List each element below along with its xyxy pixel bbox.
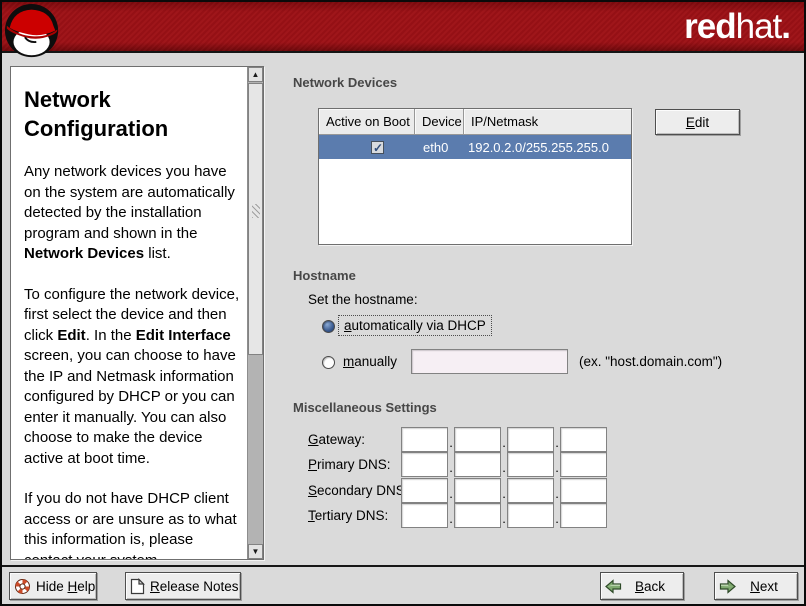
column-header-active-on-boot[interactable]: Active on Boot [319,109,415,135]
scroll-down-button[interactable]: ▼ [248,544,263,559]
help-title: Network Configuration [24,85,243,143]
secondary-dns-octet-1[interactable] [401,478,448,503]
next-button[interactable]: Next [714,572,798,600]
document-icon [130,578,145,595]
set-hostname-prompt: Set the hostname: [308,292,418,307]
tertiary-dns-octet-1[interactable] [401,503,448,528]
scrollbar-thumb[interactable] [248,83,263,355]
active-on-boot-cell [319,141,415,154]
installer-window: redhat. Network Configuration Any networ… [0,0,806,606]
network-devices-section-label: Network Devices [293,75,397,90]
gateway-octet-4[interactable] [560,427,607,452]
manual-radio-label[interactable]: manually [338,352,402,371]
hostname-hint: (ex. "host.domain.com") [579,354,722,369]
network-devices-table: Active on Boot Device IP/Netmask eth0 19… [318,108,632,245]
table-row-eth0[interactable]: eth0 192.0.2.0/255.255.255.0 [319,135,631,159]
dhcp-radio[interactable] [322,320,335,333]
device-cell: eth0 [415,140,464,155]
hostname-input[interactable] [411,349,568,374]
hide-help-button[interactable]: Hide Help [9,572,97,600]
table-header-row: Active on Boot Device IP/Netmask [319,109,631,135]
secondary-dns-label: Secondary DNS: [308,478,409,503]
tertiary-dns-octet-2[interactable] [454,503,501,528]
release-notes-button[interactable]: Release Notes [125,572,241,600]
gateway-octet-3[interactable] [507,427,554,452]
secondary-dns-octets: ... [401,478,607,503]
tertiary-dns-octet-4[interactable] [560,503,607,528]
secondary-dns-octet-4[interactable] [560,478,607,503]
redhat-shadowman-logo-icon [4,3,61,60]
scroll-up-button[interactable]: ▲ [248,67,263,82]
help-panel: Network Configuration Any network device… [10,66,264,560]
primary-dns-label: Primary DNS: [308,452,391,477]
help-scrollbar[interactable]: ▲ ▼ [247,67,263,559]
edit-button[interactable]: Edit [655,109,740,135]
secondary-dns-octet-2[interactable] [454,478,501,503]
primary-dns-octet-1[interactable] [401,452,448,477]
primary-dns-octet-3[interactable] [507,452,554,477]
primary-dns-octet-2[interactable] [454,452,501,477]
gateway-octet-1[interactable] [401,427,448,452]
column-header-device[interactable]: Device [415,109,464,135]
column-header-ip-netmask[interactable]: IP/Netmask [464,109,631,135]
help-text: Network Configuration Any network device… [11,67,247,559]
redhat-wordmark: redhat. [684,8,790,46]
active-on-boot-checkbox[interactable] [371,141,384,154]
primary-dns-octet-4[interactable] [560,452,607,477]
life-ring-icon [14,578,31,595]
gateway-label: Gateway: [308,427,365,452]
footer-separator [2,565,804,567]
help-paragraph: If you do not have DHCP client access or… [24,489,243,559]
hostname-section-label: Hostname [293,268,356,283]
primary-dns-octets: ... [401,452,607,477]
help-paragraph: Any network devices you have on the syst… [24,162,243,265]
back-button[interactable]: Back [600,572,684,600]
misc-section-label: Miscellaneous Settings [293,400,437,415]
ip-netmask-cell: 192.0.2.0/255.255.255.0 [464,140,631,155]
banner: redhat. [2,2,804,53]
secondary-dns-octet-3[interactable] [507,478,554,503]
help-paragraph: To configure the network device, first s… [24,285,243,470]
tertiary-dns-octet-3[interactable] [507,503,554,528]
dhcp-radio-label[interactable]: automatically via DHCP [338,315,492,336]
next-arrow-icon [719,579,736,594]
gateway-octets: ... [401,427,607,452]
gateway-octet-2[interactable] [454,427,501,452]
tertiary-dns-octets: ... [401,503,607,528]
tertiary-dns-label: Tertiary DNS: [308,503,388,528]
manual-radio[interactable] [322,356,335,369]
back-arrow-icon [605,579,622,594]
